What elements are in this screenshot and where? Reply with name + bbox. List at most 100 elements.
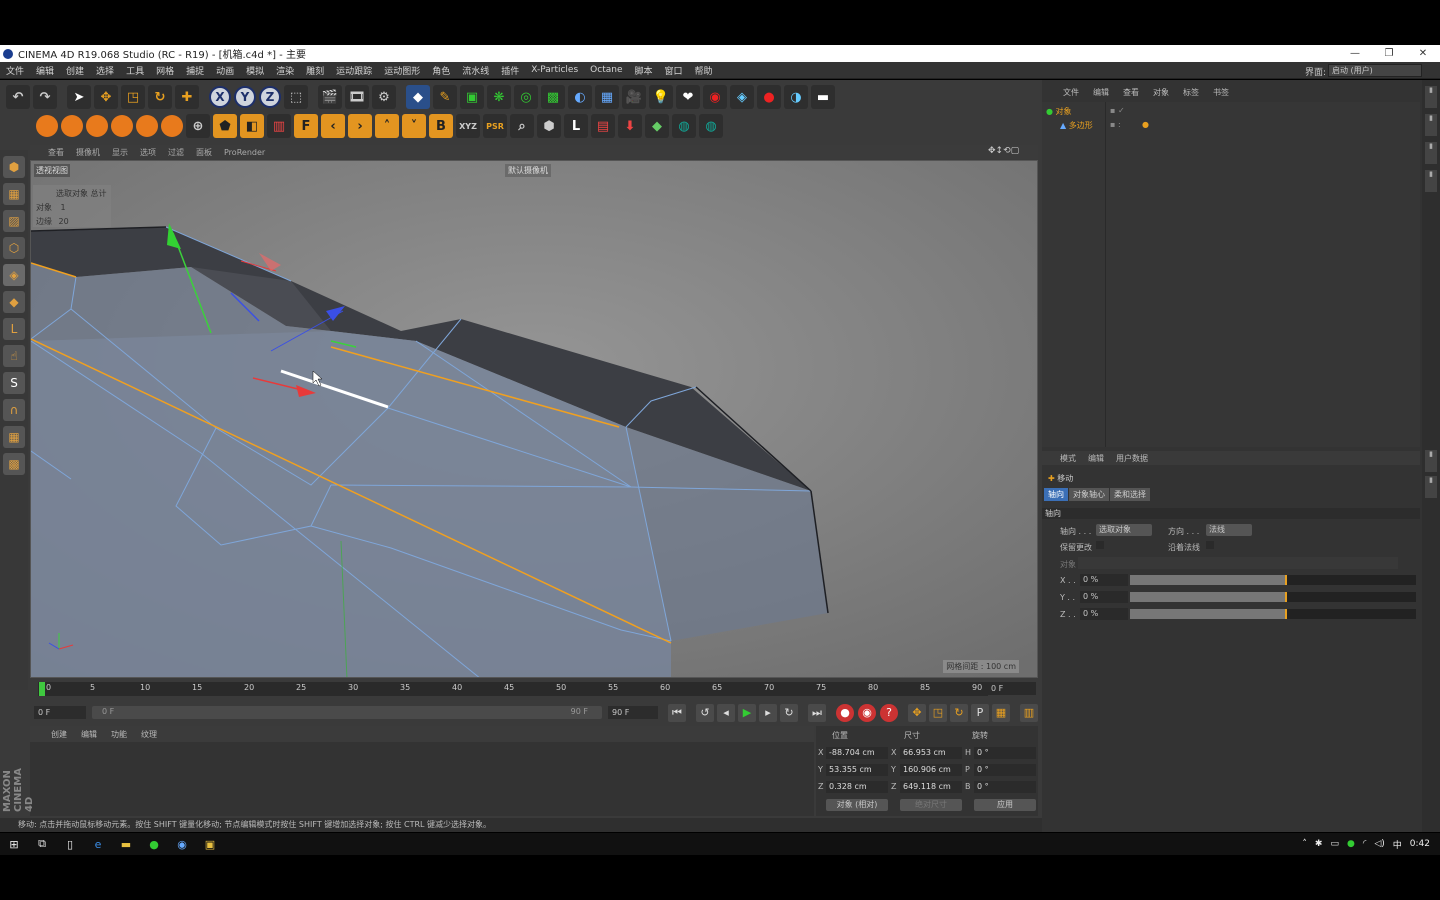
p-rotation-field[interactable]: 0 ° xyxy=(974,764,1036,776)
y-position-field[interactable]: 53.355 cm xyxy=(826,764,888,776)
grid-icon[interactable]: ▩ xyxy=(3,453,25,475)
menu-tools[interactable]: 工具 xyxy=(120,64,150,77)
teal-disc-icon-1[interactable]: ◍ xyxy=(672,114,696,138)
points-mode-icon[interactable]: ⬡ xyxy=(3,237,25,259)
start-frame-field[interactable]: 0 F xyxy=(34,706,86,719)
sphere-icon-5[interactable] xyxy=(136,115,158,137)
perspective-viewport[interactable]: 透视视图 默认摄像机 选取对象 总计 对象 1 边缘 20 网格间距 : 100… xyxy=(30,160,1038,678)
arrow-up-icon[interactable]: ˄ xyxy=(375,114,399,138)
download-arrow-icon[interactable]: ⬇ xyxy=(618,114,642,138)
obj-menu-tags[interactable]: 标签 xyxy=(1176,87,1206,98)
key-pla-icon[interactable]: ▦ xyxy=(992,704,1010,722)
menu-window[interactable]: 窗口 xyxy=(659,64,689,77)
vp-menu-options[interactable]: 选项 xyxy=(134,147,162,158)
tray-wechat-icon[interactable]: ● xyxy=(1347,839,1355,849)
b-icon[interactable]: B xyxy=(429,114,453,138)
y-slider[interactable] xyxy=(1130,592,1416,602)
render-view-icon[interactable]: 🎬 xyxy=(318,85,342,109)
layout-dropdown[interactable]: 启动 (用户) xyxy=(1328,64,1422,77)
x-slider[interactable] xyxy=(1130,575,1416,585)
select-arrow-icon[interactable]: ➤ xyxy=(67,85,91,109)
z-slider[interactable] xyxy=(1130,609,1416,619)
loop-icon[interactable]: ↺ xyxy=(696,704,714,722)
white-rect-icon[interactable]: ▬ xyxy=(811,85,835,109)
record-plugin-icon[interactable]: ◉ xyxy=(703,85,727,109)
viewport-camera-label[interactable]: 默认摄像机 xyxy=(505,164,551,177)
workplane-icon[interactable]: ▨ xyxy=(3,210,25,232)
package-icon[interactable]: ⬢ xyxy=(537,114,561,138)
model-mode-icon[interactable]: ⬢ xyxy=(3,156,25,178)
psr-icon[interactable]: PSR xyxy=(483,114,507,138)
sphere-icon-6[interactable] xyxy=(161,115,183,137)
z-position-field[interactable]: 0.328 cm xyxy=(826,781,888,793)
object-row-polygon[interactable]: ▲ 多边形 xyxy=(1060,120,1093,131)
obj-menu-objects[interactable]: 对象 xyxy=(1146,87,1176,98)
box-icon[interactable]: ◧ xyxy=(240,114,264,138)
end-frame-field[interactable]: 90 F xyxy=(608,706,658,719)
material-menu-texture[interactable]: 纹理 xyxy=(134,729,164,740)
tab-object-axis[interactable]: 对象轴心 xyxy=(1069,488,1109,501)
along-normals-checkbox[interactable] xyxy=(1206,541,1214,549)
record-keys-icon[interactable]: ● xyxy=(836,704,854,722)
subdivision-icon[interactable]: ▣ xyxy=(460,85,484,109)
floor-icon[interactable]: ▦ xyxy=(595,85,619,109)
play-icon[interactable]: ▶ xyxy=(738,704,756,722)
side-tab-takes[interactable]: ▮ xyxy=(1425,114,1437,136)
coordinate-system-icon[interactable]: ⬚ xyxy=(284,85,308,109)
record-icon[interactable]: ● xyxy=(757,85,781,109)
octane-live-viewer-icon[interactable]: ◈ xyxy=(730,85,754,109)
menu-select[interactable]: 选择 xyxy=(90,64,120,77)
key-scale-icon[interactable]: ◳ xyxy=(929,704,947,722)
side-tab-structure[interactable]: ▮ xyxy=(1425,170,1437,192)
maximize-button[interactable]: ❐ xyxy=(1372,45,1406,62)
menu-snap[interactable]: 捕捉 xyxy=(180,64,210,77)
visibility-toggle-icon[interactable]: ▪ ✓ xyxy=(1110,106,1125,115)
material-menu-function[interactable]: 功能 xyxy=(104,729,134,740)
z-value-field[interactable]: 0 % xyxy=(1080,608,1128,620)
side-tab-content[interactable]: ▮ xyxy=(1425,142,1437,164)
menu-create[interactable]: 创建 xyxy=(60,64,90,77)
key-position-icon[interactable]: ✥ xyxy=(908,704,926,722)
shield-icon[interactable]: ⬟ xyxy=(213,114,237,138)
diamond-icon[interactable]: ◆ xyxy=(645,114,669,138)
current-frame-field[interactable]: 0 F xyxy=(988,682,1036,695)
phong-tag-icon[interactable]: ● xyxy=(1142,120,1149,129)
autokey-icon[interactable]: ◉ xyxy=(858,704,876,722)
menu-plugins[interactable]: 插件 xyxy=(495,64,525,77)
object-row-null[interactable]: ● 对象 xyxy=(1046,106,1072,117)
key-parameter-icon[interactable]: P xyxy=(971,704,989,722)
vp-menu-prorender[interactable]: ProRender xyxy=(218,148,271,157)
y-size-field[interactable]: 160.906 cm xyxy=(900,764,962,776)
texture-mode-icon[interactable]: ▦ xyxy=(3,183,25,205)
attr-menu-edit[interactable]: 编辑 xyxy=(1082,453,1110,464)
side-tab-attributes[interactable]: ▮ xyxy=(1425,450,1437,472)
y-value-field[interactable]: 0 % xyxy=(1080,591,1128,603)
menu-edit[interactable]: 编辑 xyxy=(30,64,60,77)
minimize-button[interactable]: — xyxy=(1338,45,1372,62)
object-link-field[interactable] xyxy=(1078,557,1398,569)
wechat-icon[interactable]: ● xyxy=(140,833,168,855)
go-to-start-icon[interactable]: ⏮ xyxy=(668,704,686,722)
tray-battery-icon[interactable]: ▭ xyxy=(1330,839,1339,849)
tweak-mode-icon[interactable]: ☝ xyxy=(3,345,25,367)
workplane-lock-icon[interactable]: ▦ xyxy=(3,426,25,448)
keyframe-selection-icon[interactable]: ? xyxy=(880,704,898,722)
notepad-icon[interactable]: ▯ xyxy=(56,833,84,855)
sphere-icon-3[interactable] xyxy=(86,115,108,137)
l-icon[interactable]: L xyxy=(564,114,588,138)
scale-tool-icon[interactable]: ◳ xyxy=(121,85,145,109)
vp-menu-camera[interactable]: 摄像机 xyxy=(70,147,106,158)
tray-chevron-icon[interactable]: ˄ xyxy=(1302,839,1307,849)
x-size-field[interactable]: 66.953 cm xyxy=(900,747,962,759)
close-button[interactable]: ✕ xyxy=(1406,45,1440,62)
obj-menu-edit[interactable]: 编辑 xyxy=(1086,87,1116,98)
polygons-mode-icon[interactable]: ◆ xyxy=(3,291,25,313)
x-value-field[interactable]: 0 % xyxy=(1080,574,1128,586)
tray-ime-indicator[interactable]: 中 xyxy=(1393,838,1402,851)
z-axis-icon[interactable]: Z xyxy=(259,86,281,108)
menu-mograph[interactable]: 运动图形 xyxy=(378,64,426,77)
z-size-field[interactable]: 649.118 cm xyxy=(900,781,962,793)
brick-icon[interactable]: ▥ xyxy=(267,114,291,138)
attr-menu-mode[interactable]: 模式 xyxy=(1054,453,1082,464)
pen-spline-icon[interactable]: ✎ xyxy=(433,85,457,109)
